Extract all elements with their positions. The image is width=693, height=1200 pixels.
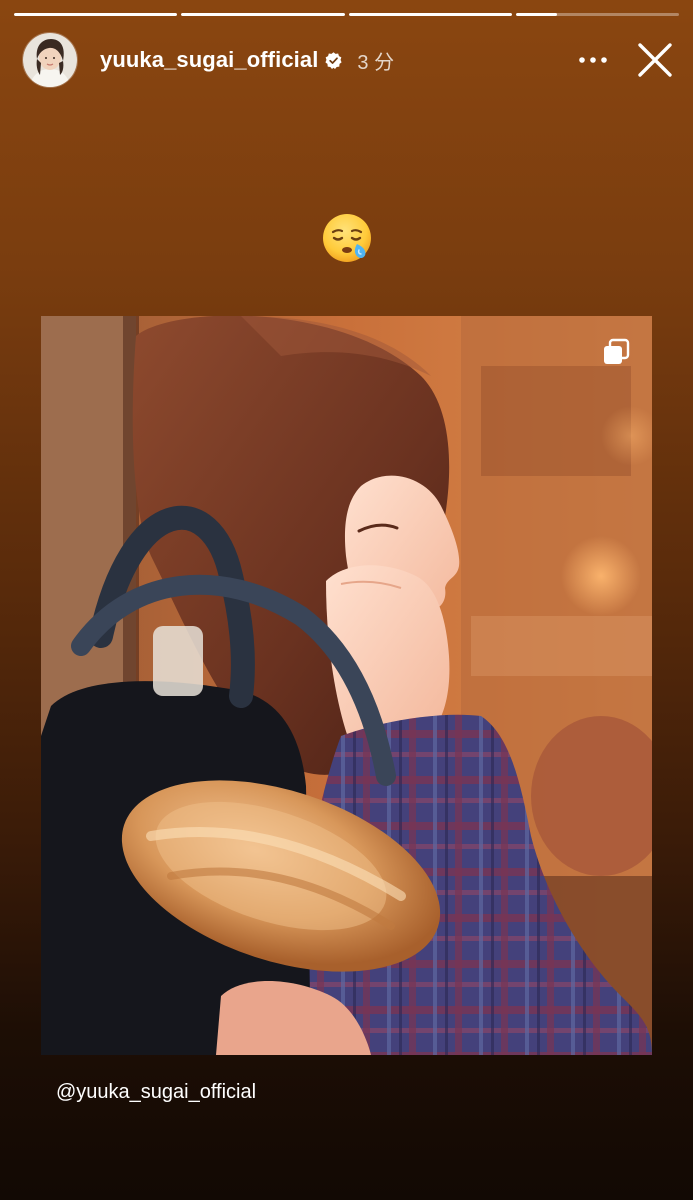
progress-segment bbox=[14, 13, 178, 16]
progress-segment bbox=[348, 13, 512, 16]
username[interactable]: yuuka_sugai_official bbox=[100, 47, 318, 73]
progress-fill bbox=[181, 13, 345, 16]
story-header: yuuka_sugai_official 3 分 bbox=[22, 32, 675, 88]
avatar-image bbox=[23, 33, 77, 87]
progress-segment bbox=[181, 13, 345, 16]
verified-badge-icon bbox=[324, 51, 343, 70]
multiple-photos-icon bbox=[600, 336, 632, 368]
story-progress-bar bbox=[14, 13, 679, 16]
progress-fill bbox=[515, 13, 557, 16]
progress-fill bbox=[14, 13, 178, 16]
progress-segment bbox=[515, 13, 679, 16]
mention-link[interactable]: @yuuka_sugai_official bbox=[56, 1081, 256, 1104]
sleepy-face-emoji[interactable] bbox=[321, 212, 373, 264]
close-icon[interactable] bbox=[635, 40, 675, 80]
shared-post-photo bbox=[41, 316, 652, 1055]
profile-avatar[interactable] bbox=[22, 32, 78, 88]
story-viewer[interactable]: yuuka_sugai_official 3 分 @yuuka_sugai_of… bbox=[0, 0, 693, 1200]
shared-post[interactable] bbox=[41, 316, 652, 1055]
post-time: 3 分 bbox=[357, 51, 395, 74]
more-options-icon[interactable] bbox=[573, 40, 613, 80]
progress-fill bbox=[348, 13, 512, 16]
